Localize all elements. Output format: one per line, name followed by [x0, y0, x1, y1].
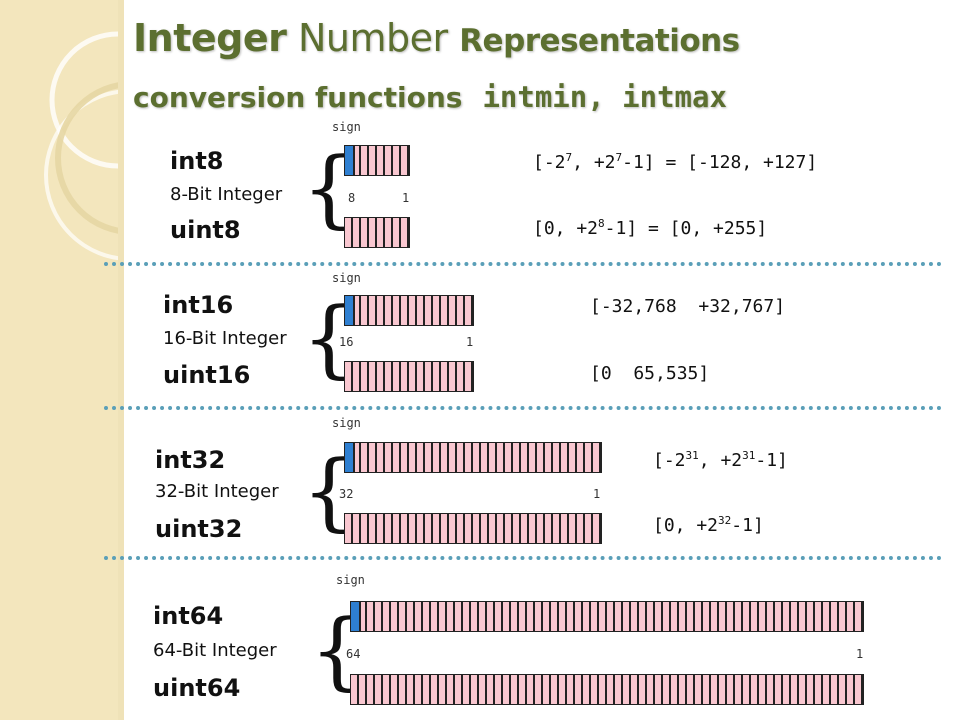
int8-label: int8: [170, 147, 224, 175]
int16-description: 16-Bit Integer: [163, 328, 287, 349]
subtitle-function-names: intmin, intmax: [482, 80, 727, 114]
uint8-range: [0, +28-1] = [0, +255]: [533, 217, 768, 239]
uint32-register: [344, 513, 602, 544]
int16-msb-index: 16: [339, 335, 354, 349]
int16-label: int16: [163, 291, 234, 319]
uint64-register: [350, 674, 864, 705]
uint64-label: uint64: [153, 674, 241, 702]
int64-sign-label: sign: [336, 573, 365, 587]
title-word-integer: Integer: [133, 16, 287, 60]
int32-range: [-231, +231-1]: [653, 449, 788, 471]
subtitle-text: conversion functions: [133, 81, 463, 114]
int32-sign-label: sign: [332, 416, 361, 430]
uint8-label: uint8: [170, 216, 241, 244]
int32-lsb-index: 1: [593, 487, 601, 501]
int16-sign-label: sign: [332, 271, 361, 285]
uint32-range: [0, +232-1]: [653, 514, 764, 536]
int32-label: int32: [155, 446, 226, 474]
int8-description: 8-Bit Integer: [170, 184, 283, 205]
int32-msb-index: 32: [339, 487, 354, 501]
uint16-label: uint16: [163, 361, 251, 389]
decorative-sidebar: [0, 0, 124, 720]
int8-lsb-index: 1: [402, 191, 410, 205]
int64-description: 64-Bit Integer: [153, 640, 277, 661]
uint8-register: [344, 217, 410, 248]
int8-range: [-27, +27-1] = [-128, +127]: [533, 151, 818, 173]
int64-sign-bit: [351, 602, 361, 631]
uint16-register: [344, 361, 474, 392]
int8-sign-label: sign: [332, 120, 361, 134]
separator-1: [104, 262, 942, 266]
int16-range: [-32,768 +32,767]: [590, 296, 786, 317]
title-word-number: Number: [297, 16, 448, 60]
int8-sign-bit: [345, 146, 355, 175]
uint32-label: uint32: [155, 515, 243, 543]
uint16-range: [0 65,535]: [590, 363, 710, 384]
decorative-rings-graphic: [44, 31, 118, 261]
int32-sign-bit: [345, 443, 355, 472]
int16-lsb-index: 1: [466, 335, 474, 349]
title-word-representations: Representations: [459, 23, 740, 59]
int32-register: [344, 442, 602, 473]
int8-msb-index: 8: [348, 191, 356, 205]
int64-label: int64: [153, 602, 224, 630]
int64-lsb-index: 1: [856, 647, 864, 661]
page-title: Integer Number Representations: [133, 16, 740, 60]
int32-description: 32-Bit Integer: [155, 481, 279, 502]
separator-2: [104, 406, 942, 410]
int8-register: [344, 145, 410, 176]
int64-register: [350, 601, 864, 632]
int16-sign-bit: [345, 296, 355, 325]
separator-3: [104, 556, 942, 560]
int64-msb-index: 64: [346, 647, 361, 661]
int16-register: [344, 295, 474, 326]
page-subtitle: conversion functions intmin, intmax: [133, 80, 727, 114]
